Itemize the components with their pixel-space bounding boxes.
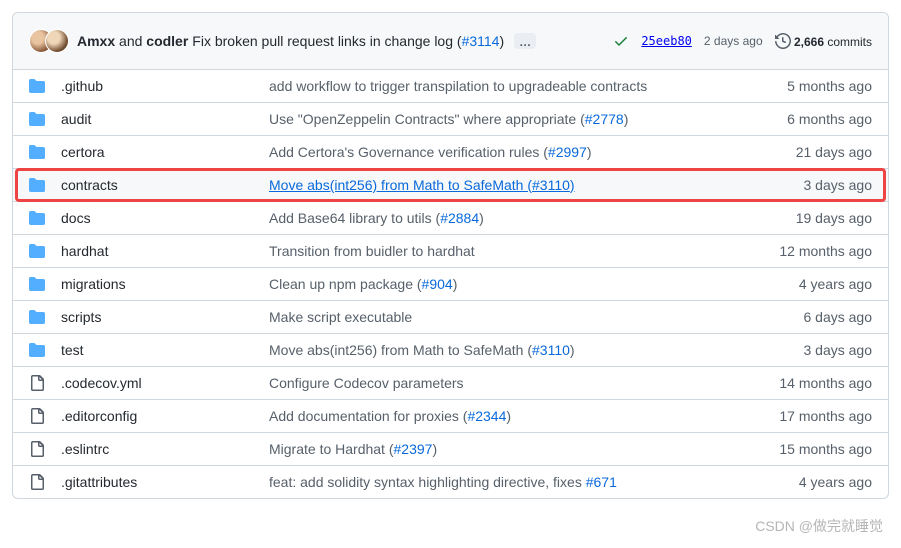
commit-author-link[interactable]: Amxx [77,33,115,49]
file-row: .codecov.yml Configure Codecov parameters… [13,367,888,400]
folder-icon [29,78,49,94]
folder-icon [29,276,49,292]
commits-count-link[interactable]: 2,666 commits [775,33,872,49]
commit-message-link[interactable]: feat: add solidity syntax highlighting d… [269,474,617,490]
folder-icon [29,309,49,325]
commit-message-link[interactable]: Move abs(int256) from Math to SafeMath (… [269,177,575,193]
file-date: 3 days ago [752,177,872,193]
file-row: .github add workflow to trigger transpila… [13,70,888,103]
commit-message-link[interactable]: add workflow to trigger transpilation to… [269,78,647,94]
file-date: 21 days ago [752,144,872,160]
file-icon [29,474,49,490]
file-name-link[interactable]: docs [61,210,91,226]
file-name-link[interactable]: certora [61,144,105,160]
commit-message-link[interactable]: Make script executable [269,309,412,325]
commit-date: 2 days ago [704,34,763,48]
check-icon[interactable] [613,33,629,49]
commit-message-link[interactable]: Add Base64 library to utils (#2884) [269,210,484,226]
author-avatars[interactable] [29,29,69,53]
history-icon [775,33,791,49]
commit-message-link[interactable]: Transition from buidler to hardhat [269,243,475,259]
file-name-link[interactable]: .codecov.yml [61,375,142,391]
commit-message-link[interactable]: Use "OpenZeppelin Contracts" where appro… [269,111,628,127]
file-row: test Move abs(int256) from Math to SafeMa… [13,334,888,367]
folder-icon [29,111,49,127]
latest-commit-header: Amxx and codler Fix broken pull request … [13,13,888,70]
file-date: 6 days ago [752,309,872,325]
file-row: .eslintrc Migrate to Hardhat (#2397) 15 mo… [13,433,888,466]
avatar[interactable] [45,29,69,53]
file-date: 15 months ago [752,441,872,457]
file-name-link[interactable]: migrations [61,276,126,292]
file-icon [29,441,49,457]
folder-icon [29,144,49,160]
folder-icon [29,210,49,226]
file-icon [29,375,49,391]
watermark: CSDN @做完就睡觉 [755,516,883,536]
file-date: 5 months ago [752,78,872,94]
file-row: certora Add Certora's Governance verifica… [13,136,888,169]
file-row: migrations Clean up npm package (#904) 4 y… [13,268,888,301]
file-date: 3 days ago [752,342,872,358]
commit-message-link[interactable]: Add documentation for proxies (#2344) [269,408,511,424]
file-row: contracts Move abs(int256) from Math to S… [13,169,888,202]
file-date: 17 months ago [752,408,872,424]
folder-icon [29,243,49,259]
file-name-link[interactable]: .github [61,78,103,94]
file-date: 4 years ago [752,276,872,292]
file-list-box: Amxx and codler Fix broken pull request … [12,12,889,499]
commit-message-link[interactable]: Migrate to Hardhat (#2397) [269,441,437,457]
file-date: 12 months ago [752,243,872,259]
commit-author-link[interactable]: codler [146,33,188,49]
file-name-link[interactable]: hardhat [61,243,108,259]
file-name-link[interactable]: audit [61,111,91,127]
file-row: .editorconfig Add documentation for proxi… [13,400,888,433]
file-date: 14 months ago [752,375,872,391]
file-name-link[interactable]: .eslintrc [61,441,109,457]
file-name-link[interactable]: test [61,342,84,358]
folder-icon [29,342,49,358]
file-name-link[interactable]: .editorconfig [61,408,137,424]
folder-icon [29,177,49,193]
commit-message-link[interactable]: Add Certora's Governance verification ru… [269,144,592,160]
file-name-link[interactable]: contracts [61,177,118,193]
file-row: hardhat Transition from buidler to hardha… [13,235,888,268]
file-row: scripts Make script executable 6 days ago [13,301,888,334]
file-name-link[interactable]: .gitattributes [61,474,137,490]
expand-commit-message-button[interactable]: … [514,33,536,49]
file-row: docs Add Base64 library to utils (#2884) 1… [13,202,888,235]
commit-hash-link[interactable]: 25eeb80 [641,34,692,48]
commit-message-link[interactable]: Move abs(int256) from Math to SafeMath (… [269,342,575,358]
commit-summary: Amxx and codler Fix broken pull request … [77,33,613,49]
commit-message-link[interactable]: Fix broken pull request links in change … [192,33,504,49]
file-date: 4 years ago [752,474,872,490]
file-row: audit Use "OpenZeppelin Contracts" where … [13,103,888,136]
commit-meta: 25eeb80 2 days ago 2,666 commits [613,33,872,49]
file-date: 6 months ago [752,111,872,127]
file-name-link[interactable]: scripts [61,309,101,325]
commit-message-link[interactable]: Configure Codecov parameters [269,375,464,391]
file-date: 19 days ago [752,210,872,226]
file-icon [29,408,49,424]
commit-message-link[interactable]: Clean up npm package (#904) [269,276,457,292]
file-row: .gitattributes feat: add solidity syntax … [13,466,888,498]
